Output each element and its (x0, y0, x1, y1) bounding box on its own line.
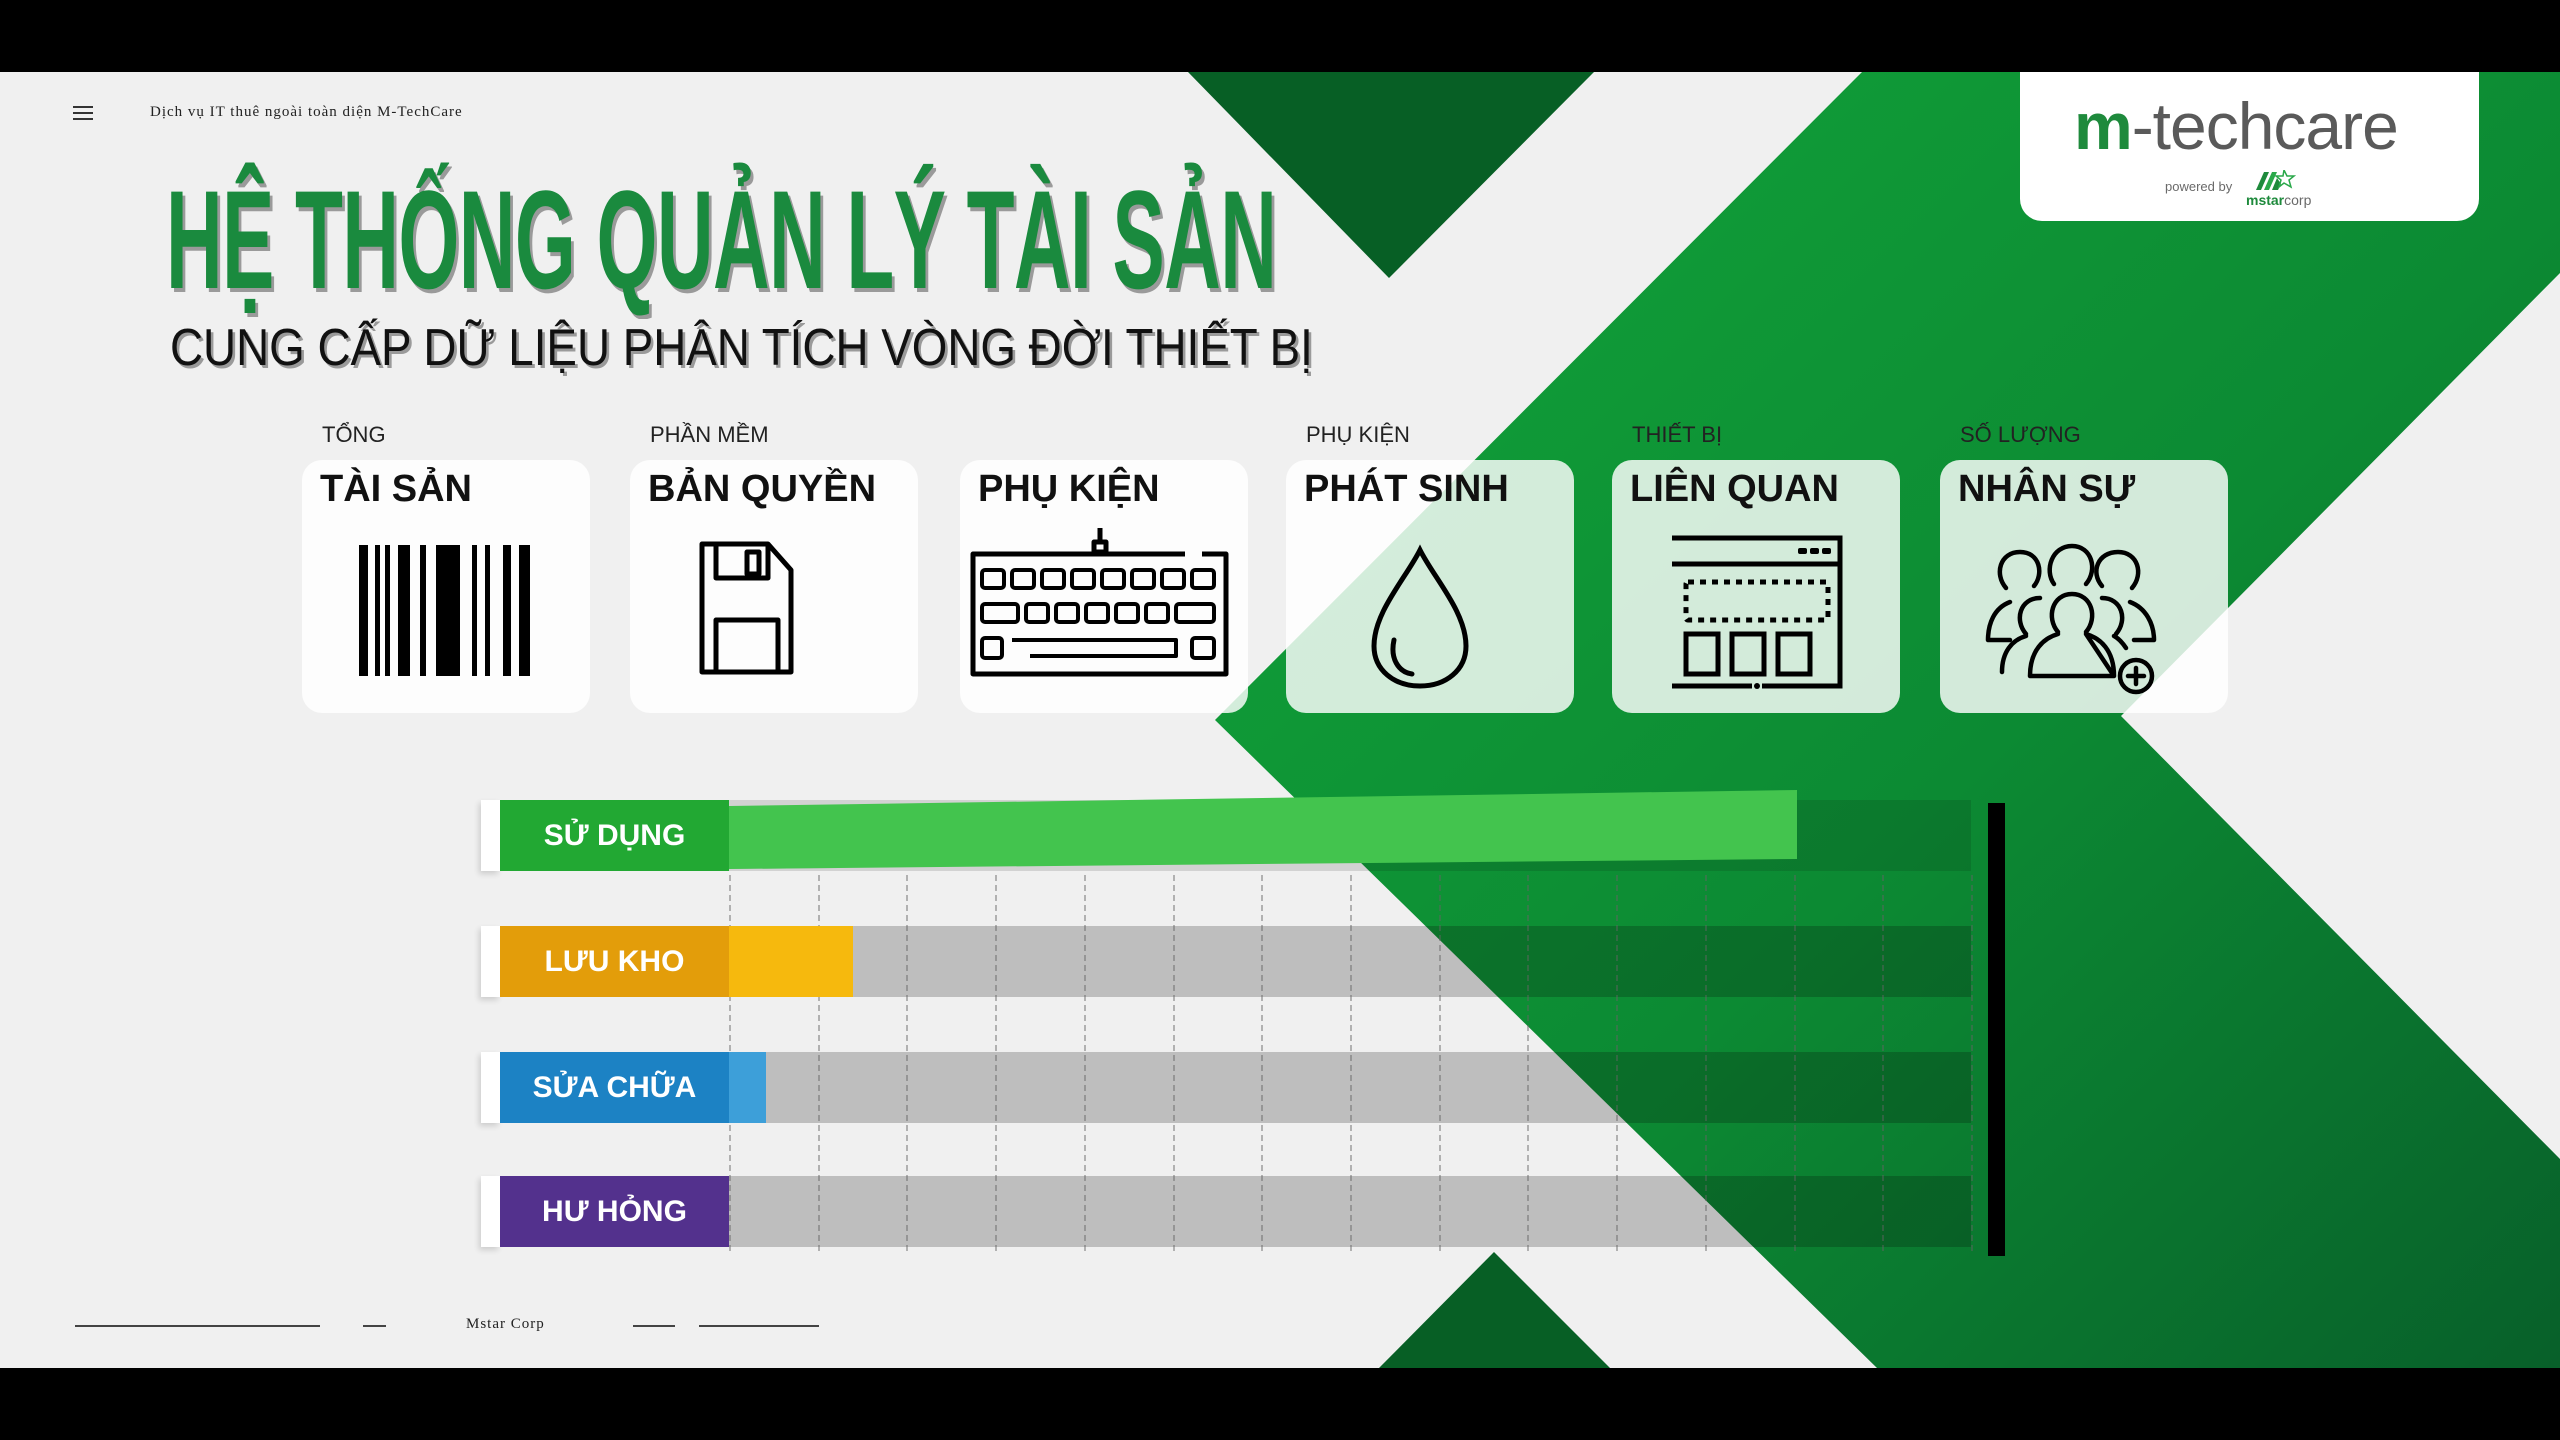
card-title: TÀI SẢN (320, 468, 472, 510)
bar-label[interactable]: SỬ DỤNG (500, 800, 729, 871)
card-caption-devices: THIẾT BỊ (1632, 422, 1723, 447)
page-subtitle: CUNG CẤP DỮ LIỆU PHÂN TÍCH VÒNG ĐỜI THIẾ… (170, 319, 1313, 377)
mstar-logo-icon (2256, 170, 2296, 190)
card-total-assets[interactable]: TÀI SẢN (302, 460, 590, 713)
card-additional-accessories[interactable]: PHÁT SINH (1286, 460, 1574, 713)
hamburger-menu-icon[interactable] (73, 106, 93, 121)
card-caption-quantity: SỐ LƯỢNG (1960, 422, 2081, 447)
add-people-group-icon (1985, 543, 2157, 695)
logo-rest: -techcare (2131, 89, 2399, 163)
mstarcorp-wordmark: mstarcorp (2246, 192, 2312, 208)
bottom-dark-triangle (1379, 1252, 1610, 1368)
card-caption-total: TỔNG (322, 422, 386, 447)
grid-line (1793, 875, 1796, 1251)
footer-divider (363, 1325, 386, 1327)
powered-by-label: powered by (2165, 179, 2233, 194)
slide: Dịch vụ IT thuê ngoài toàn diện M-TechCa… (0, 72, 2560, 1368)
barcode-icon (359, 545, 530, 676)
grid-line (1704, 875, 1707, 1251)
bar-label-text: LƯU KHO (544, 944, 685, 978)
bar-label[interactable]: SỬA CHỮA (500, 1052, 729, 1123)
floppy-disk-icon (699, 541, 794, 675)
card-title: BẢN QUYỀN (648, 468, 877, 510)
bar-label[interactable]: LƯU KHO (500, 926, 729, 997)
grid-line (1616, 875, 1619, 1251)
grid-line (1172, 875, 1175, 1251)
keyboard-icon (970, 528, 1229, 677)
bar-label[interactable]: HƯ HỎNG (500, 1176, 729, 1247)
card-software-licenses[interactable]: BẢN QUYỀN (630, 460, 918, 713)
card-personnel[interactable]: NHÂN SỰ (1940, 460, 2228, 713)
card-related-devices[interactable]: LIÊN QUAN (1612, 460, 1900, 713)
card-title: NHÂN SỰ (1958, 468, 2136, 510)
card-accessories[interactable]: PHỤ KIỆN (960, 460, 1248, 713)
browser-window-icon (1672, 535, 1843, 689)
water-drop-icon (1371, 544, 1469, 689)
row-tab (481, 1052, 500, 1123)
page-title: HỆ THỐNG QUẢN LÝ TÀI SẢN (166, 161, 1277, 318)
grid-line (1083, 875, 1086, 1251)
header-tagline: Dịch vụ IT thuê ngoài toàn diện M-TechCa… (150, 104, 463, 120)
card-caption-software: PHẦN MỀM (650, 422, 769, 447)
logo-prefix: m (2074, 89, 2133, 163)
chart-end-marker (1988, 803, 2005, 1256)
bar-label-text: SỬA CHỮA (532, 1070, 697, 1104)
footer-divider (633, 1325, 675, 1327)
bar-label-text: HƯ HỎNG (542, 1194, 687, 1228)
grid-line (1350, 875, 1352, 1251)
grid-line (1527, 875, 1530, 1251)
green-band-shape (1215, 72, 2560, 1368)
grid-line (995, 875, 998, 1251)
footer-divider (75, 1325, 320, 1327)
footer-company: Mstar Corp (466, 1316, 545, 1332)
grid-line (1882, 875, 1885, 1251)
bar-2 (729, 926, 854, 997)
card-title: PHỤ KIỆN (978, 468, 1160, 510)
grid-line (1971, 875, 1973, 1251)
row-tab (481, 926, 500, 997)
card-title: PHÁT SINH (1304, 468, 1509, 510)
footer-divider (699, 1325, 819, 1327)
brand-logo[interactable]: m-techcare powered by mstarcorp (2020, 72, 2479, 221)
grid-line (1261, 875, 1264, 1251)
grid-line (1438, 875, 1441, 1251)
logo-wordmark: m-techcare (2074, 88, 2399, 164)
grid-line (906, 875, 909, 1251)
bar-3 (729, 1052, 767, 1123)
bar-label-text: SỬ DỤNG (543, 818, 686, 852)
row-tab (481, 1176, 500, 1247)
row-tab (481, 800, 500, 871)
card-title: LIÊN QUAN (1630, 468, 1839, 510)
card-caption-accessories: PHỤ KIỆN (1306, 422, 1410, 447)
